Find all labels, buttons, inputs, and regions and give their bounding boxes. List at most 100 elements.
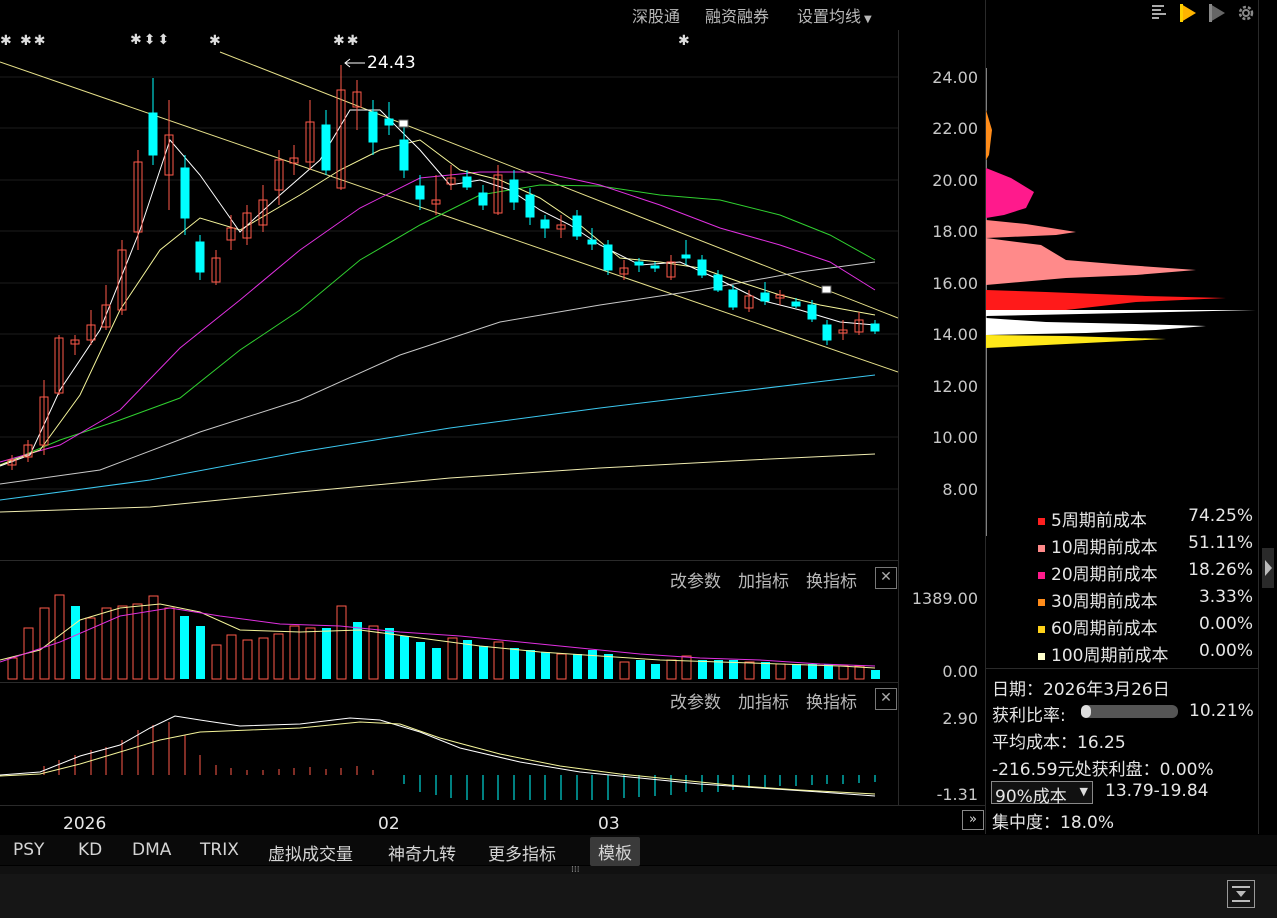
event-marker-icon[interactable]: ✱ — [678, 33, 690, 49]
cost-range: 13.79-19.84 — [1105, 781, 1209, 801]
chevron-down-icon: ▼ — [1079, 785, 1088, 798]
tab-more-indicators[interactable]: 更多指标 — [488, 840, 556, 865]
y-tick: 20.00 — [932, 171, 978, 190]
legend-swatch — [1038, 571, 1045, 579]
chip-date: 日期：2026年3月26日 — [992, 680, 1170, 700]
legend-swatch — [1038, 598, 1045, 606]
vol-bottom-separator — [0, 682, 898, 683]
legend-value: 3.33% — [1198, 587, 1253, 607]
list-icon[interactable] — [1150, 3, 1168, 21]
trend-line-lower — [0, 61, 898, 373]
gray-flag-icon[interactable] — [1207, 2, 1229, 24]
event-marker-icon[interactable]: ✱⬍⬍ — [130, 32, 171, 48]
profit-ratio-bar — [1081, 705, 1178, 718]
y-tick: 14.00 — [932, 325, 978, 344]
vol-y-tick: 1389.00 — [911, 589, 978, 608]
cost-percent-value: 90%成本 — [995, 787, 1067, 807]
main-bottom-separator — [0, 560, 898, 561]
y-tick: 10.00 — [932, 428, 978, 447]
legend-label: 10周期前成本 — [1051, 538, 1158, 558]
tab-virtual-volume[interactable]: 虚拟成交量 — [268, 840, 353, 865]
legend-label: 5周期前成本 — [1051, 511, 1147, 531]
legend-value: 18.26% — [1188, 560, 1253, 580]
event-marker-icon[interactable]: ✱ — [0, 33, 12, 49]
vol-add-indicator-button[interactable]: 加指标 — [738, 567, 789, 592]
legend-label: 20周期前成本 — [1051, 565, 1158, 585]
macd-y-tick: 2.90 — [942, 709, 978, 728]
gear-icon[interactable] — [1235, 2, 1257, 24]
tab-magic-nine[interactable]: 神奇九转 — [388, 840, 456, 865]
legend-label: 100周期前成本 — [1051, 646, 1169, 666]
legend-item-10: 10周期前成本 51.11% — [1038, 533, 1253, 560]
y-tick: 12.00 — [932, 377, 978, 396]
vol-switch-indicator-button[interactable]: 换指标 — [806, 567, 857, 592]
y-tick: 24.00 — [932, 68, 978, 87]
ma-20-line — [0, 171, 876, 463]
profit-ratio-label: 获利比率: — [992, 706, 1066, 726]
ma-5-line — [0, 109, 876, 467]
x-axis-label: 2026 — [63, 814, 107, 834]
bottom-status-bar — [0, 874, 1277, 918]
legend-swatch — [1038, 544, 1045, 552]
profit-ratio-value: 10.21% — [1189, 701, 1254, 721]
scroll-right-icon[interactable]: » — [962, 810, 984, 830]
legend-swatch — [1038, 517, 1045, 525]
chip-legend: 5周期前成本 74.25% 10周期前成本 51.11% 20周期前成本 18.26%… — [1038, 506, 1253, 668]
volume-chart[interactable] — [0, 590, 898, 680]
event-marker-icon[interactable]: ✱✱ — [20, 33, 47, 49]
grip-icon[interactable]: ⁞⁞⁞ — [571, 866, 580, 875]
x-axis-label: 03 — [598, 814, 620, 834]
x-axis-label: 02 — [378, 814, 400, 834]
candles — [7, 65, 880, 470]
legend-value: 0.00% — [1198, 614, 1253, 634]
concentration: 集中度：18.0% — [992, 813, 1115, 833]
tab-dma[interactable]: DMA — [132, 840, 171, 860]
legend-item-100: 100周期前成本 0.00% — [1038, 641, 1253, 668]
legend-swatch — [1038, 652, 1045, 660]
legend-item-30: 30周期前成本 3.33% — [1038, 587, 1253, 614]
marker-square — [821, 285, 832, 294]
y-tick: 16.00 — [932, 274, 978, 293]
candlestick-chart[interactable] — [0, 0, 898, 560]
y-tick: 18.00 — [932, 222, 978, 241]
legend-swatch — [1038, 625, 1045, 633]
legend-value: 51.11% — [1188, 533, 1253, 553]
legend-value: 74.25% — [1188, 506, 1253, 526]
y-tick: 22.00 — [932, 119, 978, 138]
high-price-label: 24.43 — [367, 53, 416, 73]
tab-trix[interactable]: TRIX — [200, 840, 239, 860]
legend-label: 60周期前成本 — [1051, 619, 1158, 639]
cost-percent-select[interactable]: 90%成本 ▼ — [991, 781, 1093, 807]
axis-separator — [898, 30, 899, 805]
orange-flag-icon[interactable] — [1178, 2, 1200, 24]
vol-change-params-button[interactable]: 改参数 — [670, 567, 721, 592]
profit-at-price: -216.59元处获利盘：0.00% — [992, 760, 1214, 780]
panel-splitter[interactable] — [0, 866, 1277, 874]
expand-panel-icon[interactable] — [1262, 548, 1274, 588]
download-icon[interactable] — [1227, 880, 1255, 908]
tab-template[interactable]: 模板 — [590, 837, 640, 866]
macd-bottom-separator — [0, 805, 985, 806]
vol-close-icon[interactable]: ✕ — [875, 567, 897, 589]
legend-label: 30周期前成本 — [1051, 592, 1158, 612]
profit-ratio-bar-fill — [1081, 705, 1091, 718]
macd-y-tick: -1.31 — [936, 785, 978, 804]
event-marker-icon[interactable]: ✱ — [209, 33, 221, 49]
chip-distribution[interactable] — [986, 60, 1258, 540]
macd-chart[interactable] — [0, 700, 898, 805]
ma-30-line — [0, 184, 876, 466]
legend-item-20: 20周期前成本 18.26% — [1038, 560, 1253, 587]
ma-60-line — [0, 261, 876, 485]
vol-y-tick: 0.00 — [942, 662, 978, 681]
average-cost: 平均成本：16.25 — [992, 733, 1126, 753]
legend-value: 0.00% — [1198, 641, 1253, 661]
y-tick: 8.00 — [942, 480, 978, 499]
tab-kd[interactable]: KD — [78, 840, 102, 860]
event-marker-icon[interactable]: ✱✱ — [333, 33, 360, 49]
legend-item-60: 60周期前成本 0.00% — [1038, 614, 1253, 641]
tab-psy[interactable]: PSY — [13, 840, 44, 860]
marker-square — [398, 119, 409, 128]
chip-info-separator — [986, 668, 1258, 669]
legend-item-5: 5周期前成本 74.25% — [1038, 506, 1253, 533]
right-separator — [1258, 0, 1259, 834]
